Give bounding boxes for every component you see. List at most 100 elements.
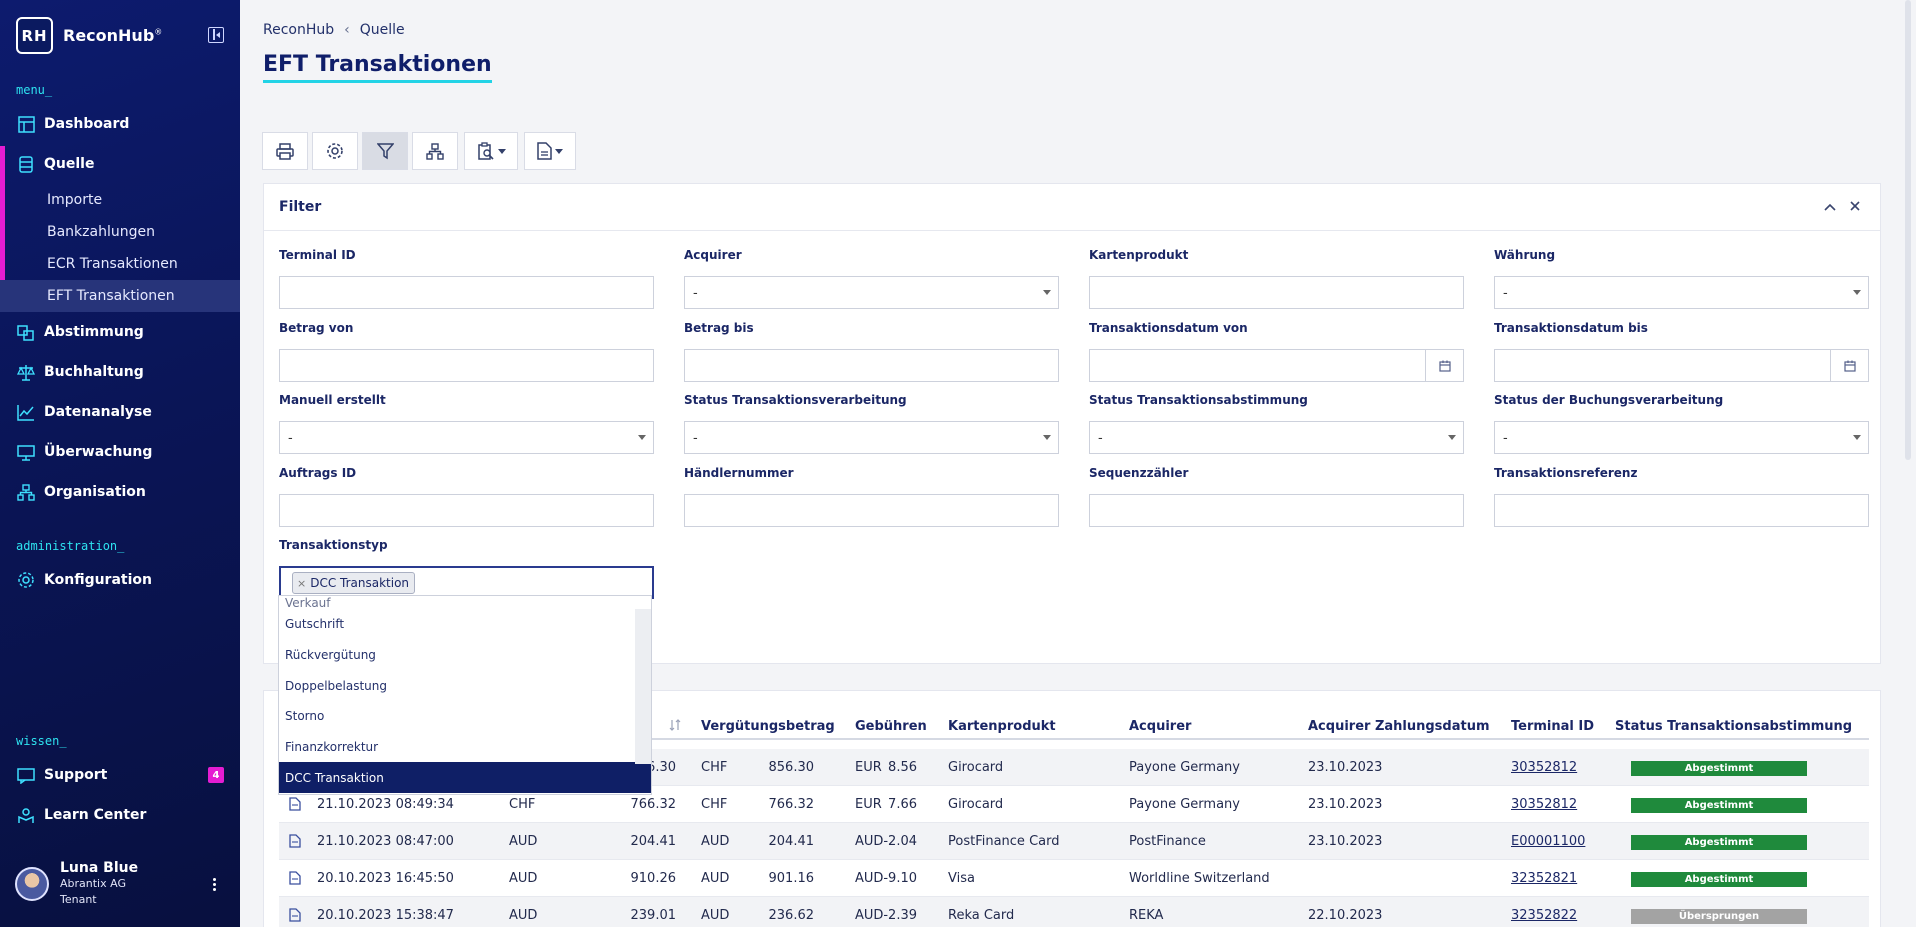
terminal-id-link[interactable]: 30352812: [1511, 760, 1577, 775]
waehrung-filter: Währung -: [1494, 248, 1869, 309]
table-row[interactable]: 20.10.2023 16:45:50 AUD 910.26 AUD 901.16 AUD…: [279, 860, 1869, 897]
calendar-icon[interactable]: [1425, 350, 1463, 381]
sort-icon[interactable]: [669, 719, 681, 735]
sidebar-item-abstimmung[interactable]: Abstimmung: [0, 316, 240, 348]
cell-amount: 910.26: [630, 871, 677, 886]
referenz-input[interactable]: [1494, 494, 1869, 527]
acquirer-select[interactable]: -: [684, 276, 1059, 309]
print-icon: [276, 142, 294, 160]
dashboard-icon: [17, 115, 35, 133]
chip-remove-icon[interactable]: ×: [297, 577, 306, 590]
option-rueckverguetung[interactable]: Rückvergütung: [279, 640, 651, 671]
table-row[interactable]: 20.10.2023 15:38:47 AUD 239.01 AUD 236.62 AUD…: [279, 897, 1869, 927]
terminal-id-link[interactable]: 32352822: [1511, 908, 1577, 923]
sequenzzaehler-input[interactable]: [1089, 494, 1464, 527]
waehrung-select[interactable]: -: [1494, 276, 1869, 309]
sidebar-item-label: Organisation: [44, 484, 146, 500]
close-icon[interactable]: [1850, 199, 1860, 215]
settings-button[interactable]: [312, 132, 358, 170]
chevron-down-icon: [1448, 435, 1456, 440]
auftrags-id-input[interactable]: [279, 494, 654, 527]
col-terminal-id[interactable]: Terminal ID: [1511, 719, 1594, 734]
document-icon[interactable]: [289, 797, 301, 815]
col-acquirer[interactable]: Acquirer: [1129, 719, 1191, 734]
option-gutschrift[interactable]: Gutschrift: [279, 609, 651, 640]
col-zahlungsdatum[interactable]: Acquirer Zahlungsdatum: [1308, 719, 1490, 734]
export-dropdown-button[interactable]: [464, 132, 518, 170]
sidebar-item-datenanalyse[interactable]: Datenanalyse: [0, 396, 240, 428]
sidebar-item-konfiguration[interactable]: Konfiguration: [0, 564, 240, 596]
filter-button[interactable]: [362, 132, 408, 170]
document-icon[interactable]: [289, 908, 301, 926]
user-profile[interactable]: Luna Blue Abrantix AG Tenant: [15, 860, 138, 908]
document-dropdown-button[interactable]: [524, 132, 576, 170]
brand[interactable]: RH ReconHub®: [16, 17, 162, 54]
sidebar-subitem-importe[interactable]: Importe: [0, 184, 240, 216]
sidebar-subitem-eft[interactable]: EFT Transaktionen: [0, 280, 240, 312]
option-doppelbelastung[interactable]: Doppelbelastung: [279, 670, 651, 701]
terminal-id-input[interactable]: [279, 276, 654, 309]
manuell-select[interactable]: -: [279, 421, 654, 454]
print-button[interactable]: [262, 132, 308, 170]
col-gebuehren[interactable]: Gebühren: [855, 719, 927, 734]
cell-fee-currency: AUD: [855, 908, 884, 923]
hierarchy-button[interactable]: [412, 132, 458, 170]
terminal-id-link[interactable]: 30352812: [1511, 797, 1577, 812]
option-verkauf[interactable]: Verkauf: [279, 596, 651, 609]
status-abstimmung-select[interactable]: -: [1089, 421, 1464, 454]
option-dcc-transaktion[interactable]: DCC Transaktion: [279, 762, 651, 794]
sidebar-item-label: Datenanalyse: [44, 404, 152, 420]
col-status[interactable]: Status Transaktionsabstimmung: [1615, 719, 1852, 734]
user-menu-icon[interactable]: [213, 878, 216, 892]
datum-von-input[interactable]: [1089, 349, 1464, 382]
sidebar-item-learn-center[interactable]: Learn Center: [0, 799, 240, 831]
status-buchung-select[interactable]: -: [1494, 421, 1869, 454]
haendlernummer-input[interactable]: [684, 494, 1059, 527]
page-scrollbar[interactable]: [1905, 0, 1911, 460]
table-row[interactable]: 21.10.2023 08:47:00 AUD 204.41 AUD 204.41 AUD…: [279, 823, 1869, 860]
chevron-up-icon[interactable]: [1824, 199, 1836, 215]
terminal-id-link[interactable]: E00001100: [1511, 834, 1585, 849]
terminal-id-link[interactable]: 32352821: [1511, 871, 1577, 886]
sidebar-subitem-bankzahlungen[interactable]: Bankzahlungen: [0, 216, 240, 248]
kartenprodukt-input[interactable]: [1089, 276, 1464, 309]
field-label: Währung: [1494, 248, 1556, 262]
col-kartenprodukt[interactable]: Kartenprodukt: [948, 719, 1056, 734]
datum-bis-filter: Transaktionsdatum bis: [1494, 321, 1869, 382]
sidebar-item-buchhaltung[interactable]: Buchhaltung: [0, 356, 240, 388]
col-verguetung[interactable]: Vergütungsbetrag: [701, 719, 835, 734]
cell-currency: CHF: [509, 797, 536, 812]
cell-amount: 239.01: [630, 908, 677, 923]
cell-datetime: 21.10.2023 08:49:34: [317, 797, 454, 812]
betrag-von-filter: Betrag von: [279, 321, 654, 382]
sidebar-item-quelle[interactable]: Quelle: [0, 148, 240, 180]
document-icon[interactable]: [289, 834, 301, 852]
dropdown-scrollbar[interactable]: [635, 609, 651, 764]
cell-kartenprodukt: PostFinance Card: [948, 834, 1060, 849]
sidebar-item-dashboard[interactable]: Dashboard: [0, 108, 240, 140]
sidebar-item-label: Abstimmung: [44, 324, 144, 340]
status-verarbeitung-select[interactable]: -: [684, 421, 1059, 454]
option-storno[interactable]: Storno: [279, 701, 651, 732]
cell-datetime: 21.10.2023 08:47:00: [317, 834, 454, 849]
sidebar-collapse-icon[interactable]: [208, 27, 224, 43]
betrag-bis-input[interactable]: [684, 349, 1059, 382]
document-icon[interactable]: [289, 871, 301, 889]
field-label: Betrag bis: [684, 321, 754, 335]
sidebar-subitem-ecr[interactable]: ECR Transaktionen: [0, 248, 240, 280]
chevron-down-icon: [638, 435, 646, 440]
field-label: Manuell erstellt: [279, 393, 386, 407]
breadcrumb-current[interactable]: Quelle: [360, 22, 405, 38]
datum-bis-input[interactable]: [1494, 349, 1869, 382]
sidebar-item-support[interactable]: Support 4: [0, 759, 240, 791]
breadcrumb-root[interactable]: ReconHub: [263, 22, 334, 38]
calendar-icon[interactable]: [1830, 350, 1868, 381]
betrag-von-input[interactable]: [279, 349, 654, 382]
option-finanzkorrektur[interactable]: Finanzkorrektur: [279, 732, 651, 763]
field-label: Transaktionstyp: [279, 538, 388, 552]
cell-zahlungsdatum: 23.10.2023: [1308, 797, 1383, 812]
cell-currency: AUD: [509, 871, 538, 886]
org-chart-icon: [17, 483, 35, 501]
sidebar-item-organisation[interactable]: Organisation: [0, 476, 240, 508]
sidebar-item-ueberwachung[interactable]: Überwachung: [0, 436, 240, 468]
